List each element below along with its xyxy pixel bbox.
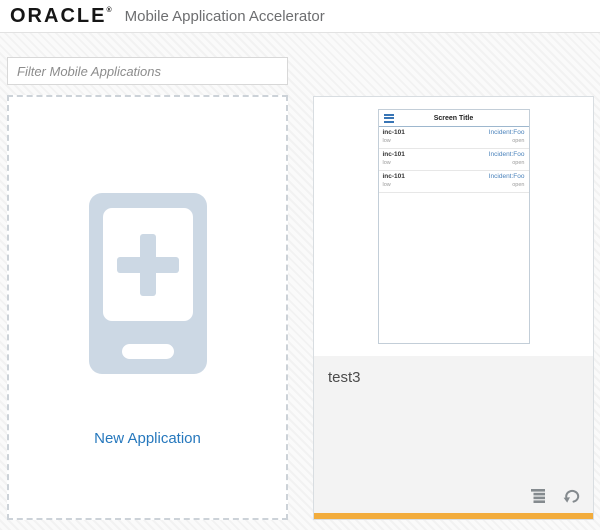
row-id: inc-101 [382,129,405,136]
app-status-accent-bar [314,513,593,519]
registered-mark: ® [106,7,112,14]
row-status: open [512,137,525,144]
preview-list-row: inc-101 low Incident:Foo open [378,171,529,193]
row-value: Incident:Foo [488,150,525,158]
row-id: inc-101 [382,172,405,180]
row-value: Incident:Foo [488,129,525,136]
row-value: Incident:Foo [488,172,525,180]
preview-header: Screen Title [378,110,529,127]
row-status: open [512,159,525,166]
app-title: Mobile Application Accelerator [124,7,325,25]
app-screen-preview: Screen Title inc-101 low Incident:Foo op… [377,109,530,344]
app-name: test3 [328,369,361,386]
new-application-link[interactable]: New Application [94,430,201,447]
phone-home-button-shape [121,344,174,359]
row-sub: low [382,159,391,166]
row-id: inc-101 [382,150,405,158]
row-status: open [512,181,525,188]
phone-plus-icon [88,193,207,374]
new-application-tile[interactable]: New Application [7,95,288,520]
oracle-logo: ORACLE ® [10,6,112,26]
application-card[interactable]: Screen Title inc-101 low Incident:Foo op… [313,96,594,520]
filter-input[interactable] [7,57,288,85]
preview-list-row: inc-101 low Incident:Foo open [378,127,529,149]
row-sub: low [382,181,391,188]
oracle-logo-text: ORACLE [10,5,107,27]
summary-list-icon[interactable] [530,489,547,503]
app-header: ORACLE ® Mobile Application Accelerator [0,0,600,33]
plus-icon [116,256,179,273]
return-arrow-icon[interactable] [562,488,581,504]
app-card-actions [530,488,581,504]
filter-container [7,57,288,85]
phone-screen-shape [102,208,193,321]
preview-list-row: inc-101 low Incident:Foo open [378,149,529,171]
app-preview-area: Screen Title inc-101 low Incident:Foo op… [314,97,593,356]
row-sub: low [382,137,391,144]
app-card-footer: test3 [314,356,593,513]
preview-screen-title: Screen Title [433,114,474,122]
